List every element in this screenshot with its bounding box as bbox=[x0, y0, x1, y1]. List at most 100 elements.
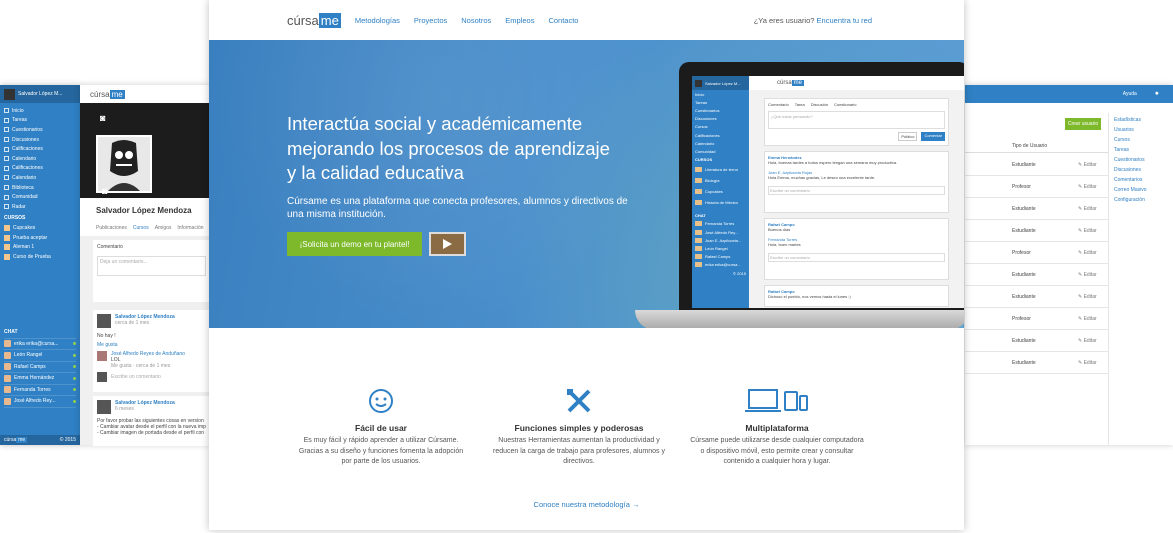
nav-link-empleos[interactable]: Empleos bbox=[505, 16, 534, 25]
table-row: Estudiante ✎ Editar bbox=[965, 264, 1108, 286]
course-item[interactable]: Cupcakes bbox=[4, 223, 76, 233]
gear-icon[interactable]: ✹ bbox=[1155, 91, 1159, 97]
app-course[interactable]: Historia de México bbox=[692, 197, 749, 208]
sidebar-item-radar[interactable]: Radar bbox=[4, 202, 76, 212]
tab-publicaciones[interactable]: Publicaciones bbox=[96, 225, 127, 231]
post-text-line: - Cambiar imagen de portada desde el per… bbox=[97, 430, 205, 436]
app-chat-contact[interactable]: Fernanda Torres bbox=[692, 220, 749, 228]
comment-input[interactable]: Deja un comentario... bbox=[97, 256, 206, 276]
sidebar-item-calificaciones[interactable]: Calificaciones bbox=[4, 144, 76, 154]
sidebar-user[interactable]: Salvador López M... bbox=[0, 85, 80, 103]
admin-nav-tareas[interactable]: Tareas bbox=[1114, 147, 1173, 157]
logo: cúrsa me bbox=[90, 89, 125, 99]
chat-contact[interactable]: Rafael Camps bbox=[4, 362, 76, 373]
like-link[interactable]: Me gusta bbox=[97, 342, 206, 348]
app-chat-contact[interactable]: erika erika@cursa... bbox=[692, 261, 749, 269]
edit-link[interactable]: ✎ Editar bbox=[1078, 338, 1097, 344]
tab-amigos[interactable]: Amigos bbox=[155, 225, 172, 231]
reply-meta: Me gusta · cerca de 1 mes bbox=[111, 363, 171, 369]
edit-link[interactable]: ✎ Editar bbox=[1078, 184, 1097, 190]
edit-link[interactable]: ✎ Editar bbox=[1078, 316, 1097, 322]
camera-icon[interactable]: ◙ bbox=[100, 113, 105, 123]
app-course[interactable]: Cupcakes bbox=[692, 186, 749, 197]
admin-nav-estadisticas[interactable]: Estadísticas bbox=[1114, 117, 1173, 127]
app-send-button[interactable]: Comentar bbox=[921, 132, 945, 141]
methodology-link[interactable]: Conoce nuestra metodología → bbox=[209, 500, 964, 509]
app-nav-item[interactable]: Inicio bbox=[692, 90, 749, 98]
admin-side-nav: Estadísticas Usuarios Cursos Tareas Cues… bbox=[1108, 113, 1173, 445]
app-user[interactable]: Salvador López M... bbox=[692, 76, 749, 90]
app-chat-contact[interactable]: Rafael Camps bbox=[692, 253, 749, 261]
app-nav-item[interactable]: Calendario bbox=[692, 139, 749, 147]
sidebar-item-biblioteca[interactable]: Biblioteca bbox=[4, 183, 76, 193]
app-nav-item[interactable]: Tareas bbox=[692, 98, 749, 106]
admin-nav-correo-masivo[interactable]: Correo Masivo bbox=[1114, 187, 1173, 197]
reply-input[interactable]: Escribe un comentario bbox=[111, 374, 161, 380]
chat-contact[interactable]: Emma Hernández bbox=[4, 373, 76, 385]
sidebar-item-inicio[interactable]: Inicio bbox=[4, 106, 76, 116]
app-nav-item[interactable]: Cursos bbox=[692, 123, 749, 131]
cover-photo[interactable]: ◙ ◙ bbox=[80, 103, 210, 198]
logo[interactable]: cúrsa me bbox=[287, 12, 341, 28]
avatar bbox=[4, 386, 11, 394]
tab-informacion[interactable]: Información bbox=[177, 225, 203, 231]
profile-photo[interactable] bbox=[96, 135, 152, 193]
sidebar-item-discusiones[interactable]: Discusiones bbox=[4, 135, 76, 145]
admin-nav-cuestionarios[interactable]: Cuestionarios bbox=[1114, 157, 1173, 167]
app-nav-item[interactable]: Comunidad bbox=[692, 147, 749, 155]
app-course[interactable]: Biología bbox=[692, 175, 749, 186]
chat-contact[interactable]: erika erika@cursa... bbox=[4, 339, 76, 350]
app-chat-contact[interactable]: León Rangel bbox=[692, 244, 749, 252]
nav-link-nosotros[interactable]: Nosotros bbox=[461, 16, 491, 25]
play-video-button[interactable] bbox=[429, 232, 466, 256]
sidebar-item-tareas[interactable]: Tareas bbox=[4, 116, 76, 126]
app-chat-contact[interactable]: Juan E. Azpilcueta... bbox=[692, 236, 749, 244]
login-link[interactable]: Encuentra tu red bbox=[817, 16, 872, 25]
sidebar-item-calendario[interactable]: Calendario bbox=[4, 154, 76, 164]
reply-author[interactable]: José Alfredo Reyes de Anduñano bbox=[111, 351, 185, 357]
edit-link[interactable]: ✎ Editar bbox=[1078, 272, 1097, 278]
tab-cursos[interactable]: Cursos bbox=[133, 225, 149, 231]
app-nav-item[interactable]: Cuestionarios bbox=[692, 106, 749, 114]
table-row: Estudiante ✎ Editar bbox=[965, 198, 1108, 220]
app-nav-item[interactable]: Discusiones bbox=[692, 115, 749, 123]
admin-nav-usuarios[interactable]: Usuarios bbox=[1114, 127, 1173, 137]
course-item[interactable]: Aleman 1 bbox=[4, 242, 76, 252]
help-link[interactable]: Ayuda bbox=[1123, 91, 1137, 97]
app-course[interactable]: Literatura de terror bbox=[692, 164, 749, 175]
admin-nav-configuracion[interactable]: Configuración bbox=[1114, 197, 1173, 207]
chat-contact[interactable]: León Rangel bbox=[4, 350, 76, 362]
chat-contact[interactable]: José Alfredo Rey... bbox=[4, 396, 76, 408]
edit-link[interactable]: ✎ Editar bbox=[1078, 162, 1097, 168]
admin-nav-cursos[interactable]: Cursos bbox=[1114, 137, 1173, 147]
admin-nav-discusiones[interactable]: Discusiones bbox=[1114, 167, 1173, 177]
nav-link-metodologias[interactable]: Metodologías bbox=[355, 16, 400, 25]
app-nav-item[interactable]: Calificaciones bbox=[692, 131, 749, 139]
sidebar-item-cuestionarios[interactable]: Cuestionarios bbox=[4, 125, 76, 135]
create-user-button[interactable]: Crear usuario bbox=[1065, 118, 1101, 130]
reply-composer: Escribe un comentario bbox=[97, 372, 206, 382]
nav-link-proyectos[interactable]: Proyectos bbox=[414, 16, 447, 25]
comment-tab[interactable]: Comentario bbox=[97, 244, 206, 250]
feature-title: Fácil de usar bbox=[355, 423, 407, 433]
sidebar-item-calificaciones-2[interactable]: Calificaciones bbox=[4, 164, 76, 174]
edit-link[interactable]: ✎ Editar bbox=[1078, 206, 1097, 212]
sidebar-item-calendario-2[interactable]: Calendario bbox=[4, 173, 76, 183]
app-post-input[interactable]: ¿Qué estas pensando? bbox=[768, 111, 945, 129]
request-demo-button[interactable]: ¡Solicita un demo en tu plantel! bbox=[287, 232, 422, 256]
app-chat-contact[interactable]: José Alfredo Rey... bbox=[692, 228, 749, 236]
edit-link[interactable]: ✎ Editar bbox=[1078, 360, 1097, 366]
camera-icon[interactable]: ◙ bbox=[102, 186, 107, 196]
sidebar-item-comunidad[interactable]: Comunidad bbox=[4, 192, 76, 202]
nav-link-contacto[interactable]: Contacto bbox=[548, 16, 578, 25]
course-item[interactable]: Prueba aceptar bbox=[4, 233, 76, 243]
course-item[interactable]: Curso de Prueba bbox=[4, 252, 76, 262]
privacy-select[interactable]: Público bbox=[898, 132, 918, 141]
radar-icon bbox=[4, 204, 9, 210]
chat-contact[interactable]: Fernanda Torres bbox=[4, 385, 76, 396]
admin-nav-comentarios[interactable]: Comentarios bbox=[1114, 177, 1173, 187]
edit-link[interactable]: ✎ Editar bbox=[1078, 228, 1097, 234]
edit-link[interactable]: ✎ Editar bbox=[1078, 294, 1097, 300]
profile-tabs: Publicaciones Cursos Amigos Información bbox=[96, 225, 210, 231]
edit-link[interactable]: ✎ Editar bbox=[1078, 250, 1097, 256]
